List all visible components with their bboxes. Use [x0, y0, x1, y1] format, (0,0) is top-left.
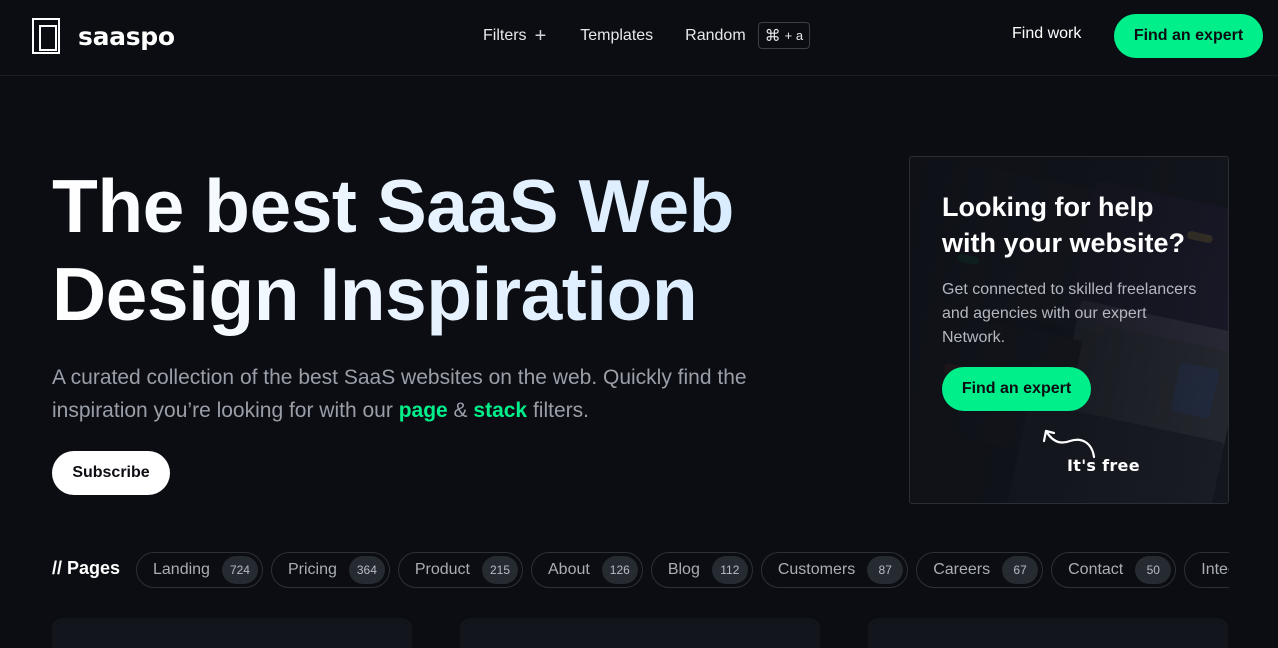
- chip-label: Careers: [933, 561, 991, 578]
- brand-logo[interactable]: saaspo: [32, 18, 175, 54]
- chip-integrations[interactable]: Integrations 41: [1184, 552, 1229, 588]
- chip-about[interactable]: About 126: [531, 552, 643, 588]
- chip-label: Landing: [153, 561, 210, 578]
- expert-promo-card: Looking for help with your website? Get …: [909, 156, 1229, 504]
- chip-count-badge: 126: [601, 556, 638, 584]
- nav-find-work[interactable]: Find work: [1012, 25, 1081, 43]
- chip-blog[interactable]: Blog 112: [650, 552, 753, 588]
- chip-product[interactable]: Product 215: [397, 552, 523, 588]
- subscribe-button[interactable]: Subscribe: [52, 451, 170, 495]
- hero-title: The best SaaS Web Design Inspiration: [52, 162, 852, 338]
- chip-label: Blog: [667, 561, 700, 578]
- chip-label: Pricing: [287, 561, 337, 578]
- chip-label: Contact: [1068, 561, 1124, 578]
- chip-count-badge: 215: [482, 556, 518, 584]
- chip-pricing[interactable]: Pricing 364: [270, 552, 390, 588]
- chip-count-badge: 364: [348, 556, 385, 584]
- chip-count-badge: 87: [867, 556, 904, 584]
- plus-icon[interactable]: +: [535, 26, 547, 46]
- nav-random[interactable]: Random: [685, 27, 745, 45]
- gallery-card[interactable]: [460, 618, 820, 648]
- nav-menu: Filters + Templates Random ⌘ + a: [483, 22, 811, 49]
- chip-count-badge: 67: [1002, 556, 1039, 584]
- pages-section-label: // Pages: [52, 558, 121, 578]
- random-shortcut-badge: ⌘ + a: [757, 22, 811, 49]
- chip-label: Customers: [777, 561, 856, 578]
- chip-count-badge: 50: [1135, 556, 1172, 584]
- stack-filter-link[interactable]: stack: [473, 399, 527, 422]
- nav-filters[interactable]: Filters: [483, 27, 527, 45]
- chip-label: Product: [414, 561, 470, 578]
- brand-name: saaspo: [78, 21, 175, 51]
- nav-templates[interactable]: Templates: [580, 27, 653, 45]
- gallery-card[interactable]: [52, 618, 412, 648]
- logo-icon: [32, 18, 60, 54]
- chip-label: About: [548, 561, 590, 578]
- command-key-icon: ⌘: [764, 27, 781, 45]
- chip-contact[interactable]: Contact 50: [1051, 552, 1177, 588]
- page-filter-link[interactable]: page: [399, 399, 448, 422]
- promo-title: Looking for help with your website?: [942, 192, 1186, 258]
- gallery-card[interactable]: [868, 618, 1228, 648]
- page-filter-chips: Landing 724 Pricing 364 Product 215 Abou…: [136, 552, 1229, 588]
- chip-customers[interactable]: Customers 87: [760, 552, 909, 588]
- subtitle-end: filters.: [527, 399, 589, 422]
- promo-find-expert-button[interactable]: Find an expert: [942, 367, 1091, 411]
- top-nav: saaspo Filters + Templates Random ⌘ + a …: [0, 0, 1278, 76]
- chip-count-badge: 724: [221, 556, 258, 584]
- curved-arrow-icon: [1042, 429, 1096, 459]
- promo-text: Get connected to skilled freelancers and…: [942, 281, 1197, 346]
- find-expert-button[interactable]: Find an expert: [1114, 14, 1263, 58]
- chip-label: Integrations: [1201, 561, 1229, 578]
- chip-careers[interactable]: Careers 67: [916, 552, 1044, 588]
- its-free-note: It's free: [1067, 456, 1140, 475]
- subtitle-amp: &: [447, 399, 474, 422]
- shortcut-keys: + a: [784, 28, 804, 43]
- chip-count-badge: 112: [711, 556, 748, 584]
- chip-landing[interactable]: Landing 724: [136, 552, 263, 588]
- hero-subtitle: A curated collection of the best SaaS we…: [52, 361, 812, 427]
